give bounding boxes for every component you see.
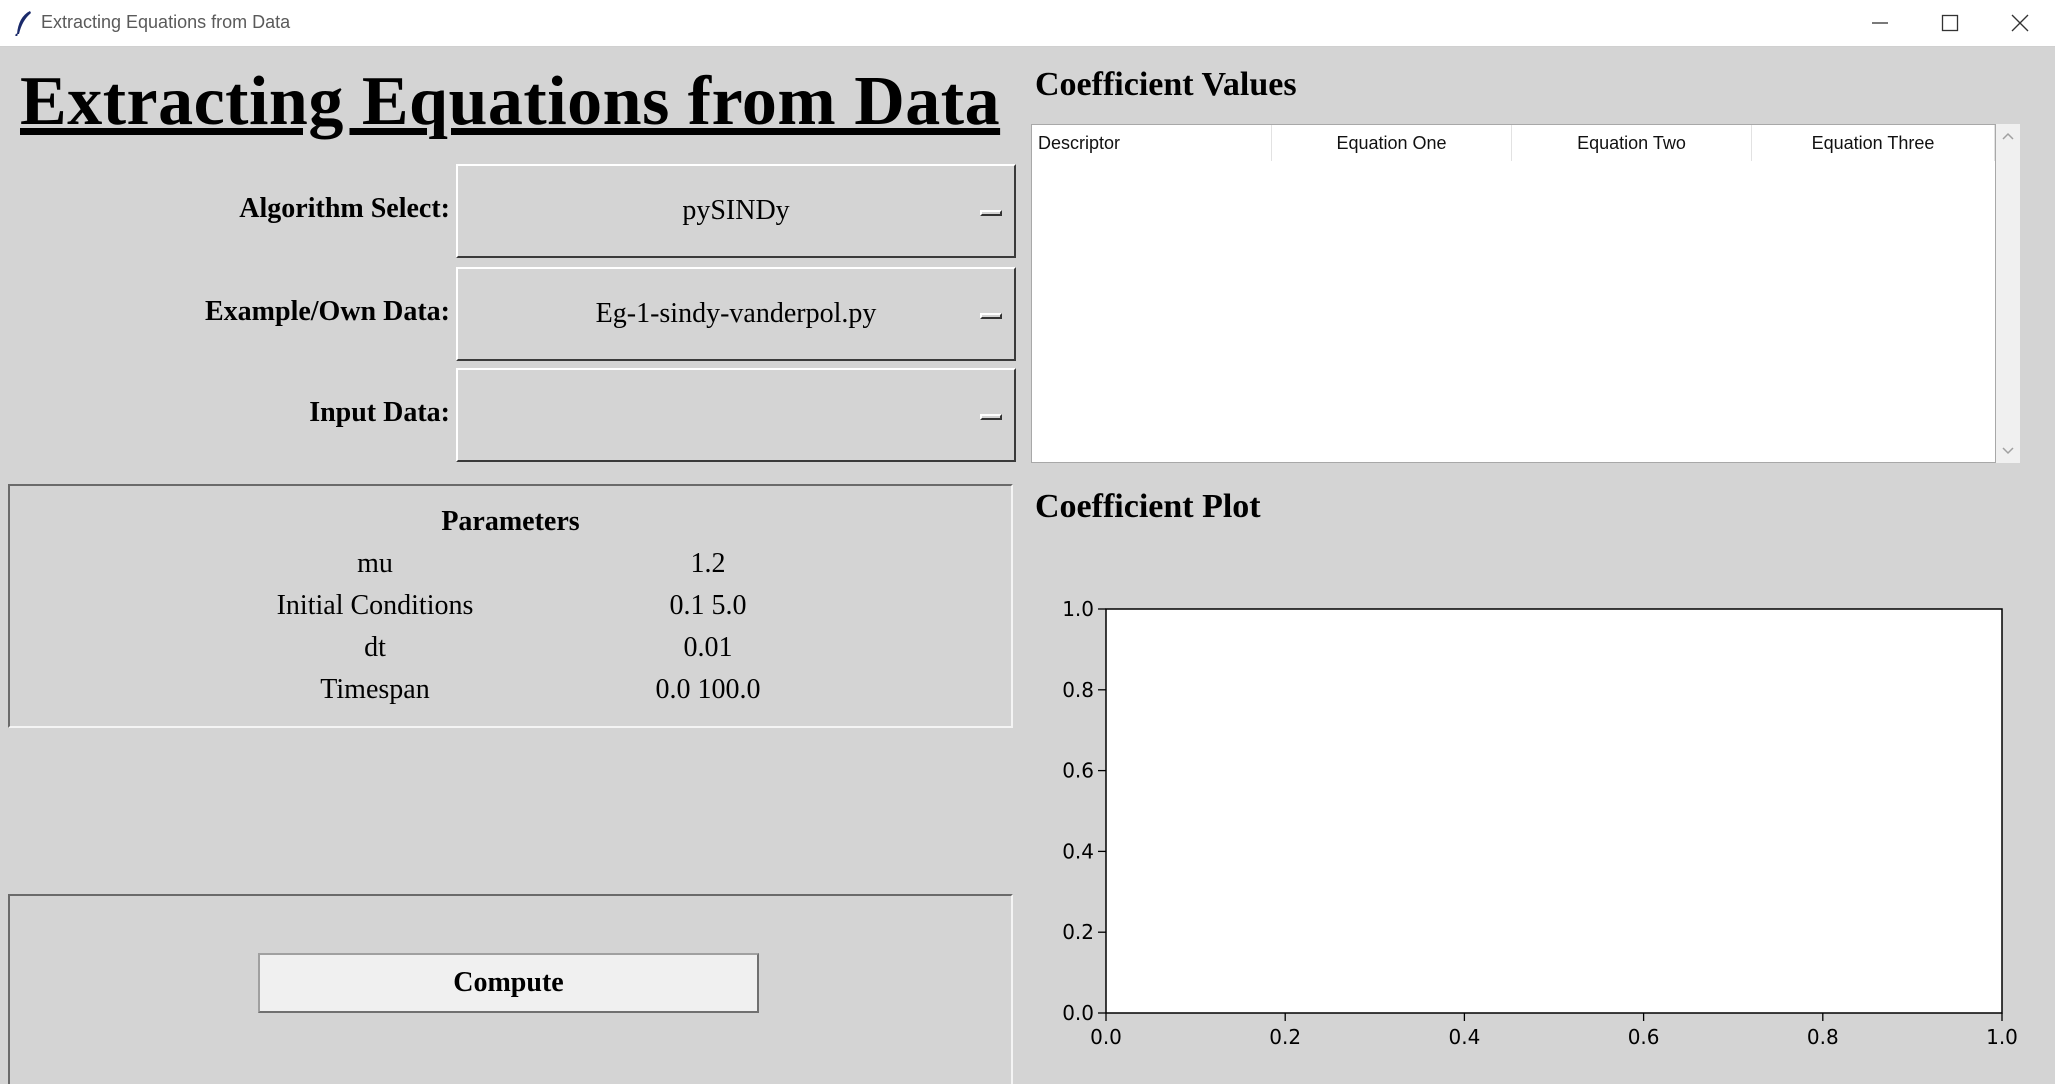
- x-tick-label: 0.4: [1448, 1025, 1480, 1049]
- feather-icon: [15, 11, 31, 36]
- dropdown-indicator-icon: [980, 414, 1002, 420]
- column-header-equation-three[interactable]: Equation Three: [1752, 125, 1995, 161]
- example-data-label: Example/Own Data:: [205, 296, 450, 327]
- page-title: Extracting Equations from Data: [20, 63, 1001, 140]
- column-header-equation-two[interactable]: Equation Two: [1512, 125, 1752, 161]
- coefficient-table[interactable]: Descriptor Equation One Equation Two Equ…: [1031, 124, 1996, 463]
- algorithm-select-value: pySINDy: [682, 195, 790, 226]
- column-header-equation-one[interactable]: Equation One: [1272, 125, 1512, 161]
- parameter-value: 0.0 100.0: [655, 674, 761, 705]
- dropdown-indicator-icon: [980, 313, 1002, 319]
- parameters-panel: Parameters mu 1.2 Initial Conditions 0.1…: [8, 484, 1013, 728]
- plot-area: [1105, 608, 2003, 1014]
- input-data-value: [458, 370, 974, 460]
- parameters-title: Parameters: [441, 506, 580, 537]
- parameter-row: Initial Conditions 0.1 5.0: [10, 590, 1011, 632]
- minimize-icon: [1872, 22, 1888, 24]
- coefficient-plot-title: Coefficient Plot: [1035, 488, 1261, 525]
- y-tick-label: 0.4: [1062, 839, 1094, 863]
- input-data-dropdown[interactable]: [456, 368, 1016, 462]
- coefficient-table-header: Descriptor Equation One Equation Two Equ…: [1032, 125, 1995, 161]
- column-header-descriptor[interactable]: Descriptor: [1032, 125, 1272, 161]
- window-titlebar: Extracting Equations from Data: [0, 0, 2055, 47]
- example-data-value: Eg-1-sindy-vanderpol.py: [595, 298, 877, 329]
- y-tick-label: 1.0: [1062, 597, 1094, 621]
- maximize-icon: [1941, 14, 1959, 32]
- parameter-value: 0.01: [683, 632, 733, 663]
- example-data-dropdown[interactable]: Eg-1-sindy-vanderpol.py: [456, 267, 1016, 361]
- algorithm-select-label: Algorithm Select:: [239, 193, 450, 224]
- parameter-value: 1.2: [690, 548, 726, 579]
- dropdown-indicator-icon: [980, 210, 1002, 216]
- maximize-button[interactable]: [1916, 0, 1985, 46]
- coefficient-plot-chart: 0.0 0.2 0.4 0.6 0.8 1.0 0.0 0.2 0.4 0.6 0.8 1.0: [1062, 597, 2018, 1049]
- scroll-up-icon[interactable]: [2002, 132, 2014, 140]
- parameter-row: Timespan 0.0 100.0: [10, 674, 1011, 716]
- coefficient-values-title: Coefficient Values: [1035, 66, 1297, 103]
- compute-button[interactable]: Compute: [258, 953, 759, 1013]
- parameter-row: dt 0.01: [10, 632, 1011, 674]
- scroll-down-icon[interactable]: [2002, 447, 2014, 455]
- algorithm-select-dropdown[interactable]: pySINDy: [456, 164, 1016, 258]
- window-title: Extracting Equations from Data: [41, 12, 291, 32]
- parameter-value: 0.1 5.0: [669, 590, 747, 621]
- y-tick-label: 0.0: [1062, 1001, 1094, 1025]
- input-data-label: Input Data:: [309, 397, 450, 428]
- close-icon: [2011, 14, 2029, 32]
- x-tick-label: 0.0: [1090, 1025, 1122, 1049]
- x-tick-label: 0.2: [1269, 1025, 1301, 1049]
- parameter-row: mu 1.2: [10, 548, 1011, 590]
- y-tick-label: 0.2: [1062, 920, 1094, 944]
- x-tick-label: 0.6: [1628, 1025, 1660, 1049]
- x-tick-label: 1.0: [1986, 1025, 2018, 1049]
- y-tick-label: 0.6: [1062, 759, 1094, 783]
- coefficient-table-scrollbar[interactable]: [1996, 124, 2020, 463]
- minimize-button[interactable]: [1846, 0, 1915, 46]
- y-tick-label: 0.8: [1062, 678, 1094, 702]
- close-button[interactable]: [1986, 0, 2055, 46]
- x-tick-label: 0.8: [1807, 1025, 1839, 1049]
